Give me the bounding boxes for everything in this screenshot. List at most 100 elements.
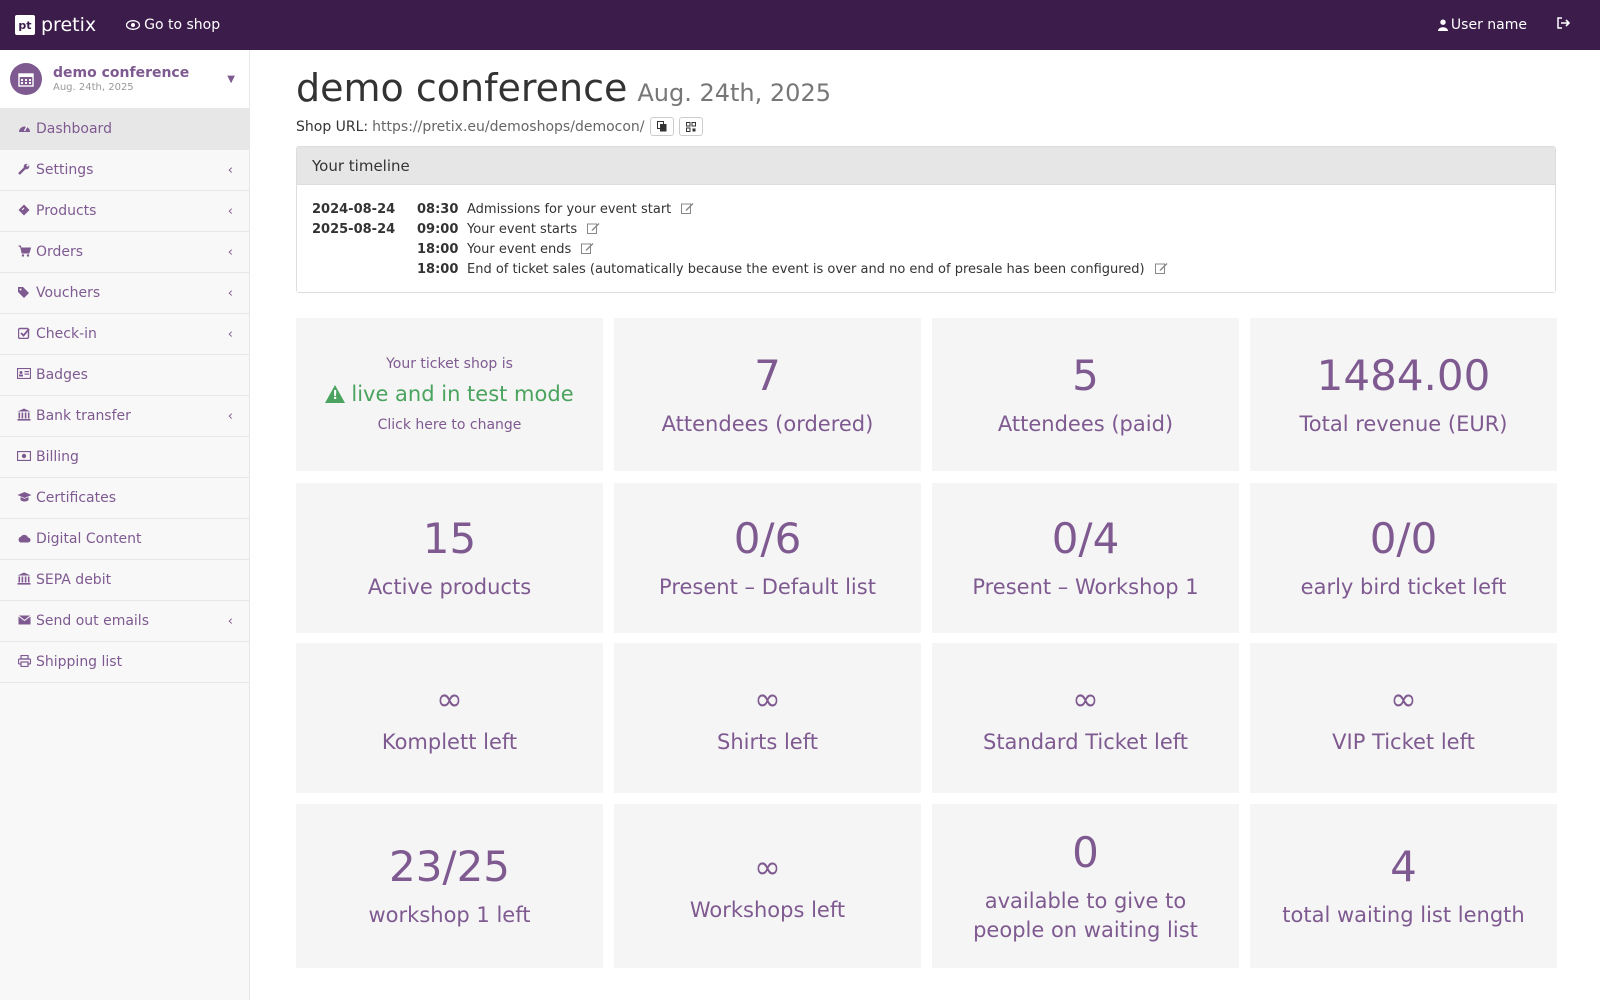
sidebar: demo conference Aug. 24th, 2025 ▼ Dashbo… — [0, 50, 250, 1000]
sidebar-item-billing[interactable]: Billing — [0, 437, 249, 478]
chevron-left-icon: ‹ — [227, 162, 233, 178]
shirts-quota-tile[interactable]: ∞ Shirts left — [614, 643, 921, 793]
sidebar-item-orders[interactable]: Orders ‹ — [0, 232, 249, 273]
workshops-quota-tile[interactable]: ∞ Workshops left — [614, 804, 921, 968]
sidebar-item-label: Settings — [36, 162, 94, 178]
tile-label: Shirts left — [717, 730, 818, 754]
tile-label: total waiting list length — [1282, 903, 1525, 927]
edit-icon[interactable] — [587, 222, 600, 237]
go-to-shop-link[interactable]: Go to shop — [126, 17, 220, 33]
attendees-ordered-tile[interactable]: 7 Attendees (ordered) — [614, 318, 921, 471]
ticket-icon — [16, 204, 32, 219]
infinity-icon: ∞ — [1390, 680, 1417, 718]
sidebar-item-settings[interactable]: Settings ‹ — [0, 150, 249, 191]
tile-label: Attendees (ordered) — [661, 411, 874, 436]
copy-url-button[interactable] — [649, 117, 674, 136]
timeline-row: 2024-08-24 08:30 Admissions for your event… — [312, 199, 1540, 219]
edit-icon[interactable] — [681, 202, 694, 217]
dashboard-icon — [16, 122, 32, 136]
id-card-icon — [16, 367, 32, 382]
sidebar-item-label: Products — [36, 203, 97, 219]
sidebar-item-label: Badges — [36, 367, 88, 383]
event-date: Aug. 24th, 2025 — [53, 82, 134, 93]
standard-ticket-quota-tile[interactable]: ∞ Standard Ticket left — [932, 643, 1239, 793]
sidebar-item-shipping-list[interactable]: Shipping list — [0, 642, 249, 683]
sidebar-item-label: Digital Content — [36, 531, 142, 547]
timeline-time: 09:00 — [417, 221, 459, 237]
cloud-icon — [16, 532, 32, 546]
sidebar-item-dashboard[interactable]: Dashboard — [0, 109, 249, 150]
tile-label: Workshops left — [689, 898, 846, 922]
waiting-list-total-tile[interactable]: 4 total waiting list length — [1250, 804, 1557, 968]
cart-icon — [16, 245, 32, 260]
shop-status-text: live and in test mode — [351, 382, 574, 406]
sidebar-item-sepa-debit[interactable]: SEPA debit — [0, 560, 249, 601]
page-title-date: Aug. 24th, 2025 — [637, 79, 831, 107]
workshop1-quota-tile[interactable]: 23/25 workshop 1 left — [296, 804, 603, 968]
chevron-left-icon: ‹ — [227, 203, 233, 219]
dashboard-tiles: Your ticket shop is live and in test mod… — [296, 318, 1557, 968]
tile-label: Present – Workshop 1 — [972, 575, 1199, 599]
page-title: demo conference — [296, 66, 628, 110]
tile-value: 7 — [754, 350, 781, 400]
tile-value: 15 — [422, 514, 477, 563]
tile-value: 0/0 — [1369, 514, 1438, 563]
active-products-tile[interactable]: 15 Active products — [296, 483, 603, 633]
shop-status-tile[interactable]: Your ticket shop is live and in test mod… — [296, 318, 603, 471]
calendar-icon — [10, 63, 42, 95]
sidebar-item-digital-content[interactable]: Digital Content — [0, 519, 249, 560]
check-square-icon — [16, 327, 32, 342]
timeline-description: Your event ends — [467, 241, 572, 257]
event-name: demo conference — [53, 65, 190, 81]
present-default-list-tile[interactable]: 0/6 Present – Default list — [614, 483, 921, 633]
sidebar-item-bank-transfer[interactable]: Bank transfer ‹ — [0, 396, 249, 437]
qrcode-icon — [685, 121, 696, 132]
shop-status-intro: Your ticket shop is — [386, 356, 513, 372]
edit-icon[interactable] — [1154, 262, 1168, 277]
sidebar-item-label: Bank transfer — [36, 408, 131, 424]
timeline-time: 08:30 — [417, 201, 459, 217]
attendees-paid-tile[interactable]: 5 Attendees (paid) — [932, 318, 1239, 471]
waiting-list-available-tile[interactable]: 0 available to give to people on waiting… — [932, 804, 1239, 968]
edit-icon[interactable] — [581, 242, 594, 257]
brand-link[interactable]: pt pretix — [15, 0, 96, 50]
sidebar-item-check-in[interactable]: Check-in ‹ — [0, 314, 249, 355]
sidebar-item-label: SEPA debit — [36, 572, 112, 588]
total-revenue-tile[interactable]: 1484.00 Total revenue (EUR) — [1250, 318, 1557, 471]
tile-value: 4 — [1390, 842, 1417, 891]
qr-code-button[interactable] — [678, 117, 703, 136]
tile-label: workshop 1 left — [368, 903, 531, 927]
graduation-cap-icon — [16, 491, 32, 506]
tile-label: VIP Ticket left — [1332, 730, 1475, 754]
tile-label: Attendees (paid) — [997, 411, 1174, 436]
timeline-description: Your event starts — [467, 221, 578, 237]
timeline-panel: Your timeline 2024-08-24 08:30 Admissions … — [296, 146, 1556, 293]
komplett-quota-tile[interactable]: ∞ Komplett left — [296, 643, 603, 793]
tags-icon — [16, 286, 32, 301]
infinity-icon: ∞ — [1072, 680, 1099, 718]
sidebar-item-send-out-emails[interactable]: Send out emails ‹ — [0, 601, 249, 642]
event-switcher[interactable]: demo conference Aug. 24th, 2025 ▼ — [0, 50, 249, 109]
timeline-date: 2025-08-24 — [312, 221, 396, 237]
tile-value: 1484.00 — [1316, 350, 1491, 400]
sidebar-item-label: Send out emails — [36, 613, 149, 629]
sidebar-item-label: Dashboard — [36, 121, 112, 137]
chevron-left-icon: ‹ — [227, 613, 233, 629]
sidebar-item-vouchers[interactable]: Vouchers ‹ — [0, 273, 249, 314]
sidebar-item-products[interactable]: Products ‹ — [0, 191, 249, 232]
bank-icon — [16, 572, 32, 588]
early-bird-tile[interactable]: 0/0 early bird ticket left — [1250, 483, 1557, 633]
present-workshop-tile[interactable]: 0/4 Present – Workshop 1 — [932, 483, 1239, 633]
shop-status-change-link[interactable]: Click here to change — [378, 417, 522, 433]
infinity-icon: ∞ — [754, 680, 781, 718]
caret-down-icon: ▼ — [227, 74, 235, 85]
user-menu[interactable]: User name — [1437, 17, 1527, 33]
tile-label: available to give to people on waiting l… — [973, 888, 1198, 942]
sidebar-item-label: Billing — [36, 449, 79, 465]
shop-url-link[interactable]: https://pretix.eu/demoshops/democon/ — [372, 119, 644, 135]
logout-button[interactable] — [1557, 17, 1571, 33]
vip-ticket-quota-tile[interactable]: ∞ VIP Ticket left — [1250, 643, 1557, 793]
sidebar-item-badges[interactable]: Badges — [0, 355, 249, 396]
eye-icon — [126, 20, 141, 30]
sidebar-item-certificates[interactable]: Certificates — [0, 478, 249, 519]
